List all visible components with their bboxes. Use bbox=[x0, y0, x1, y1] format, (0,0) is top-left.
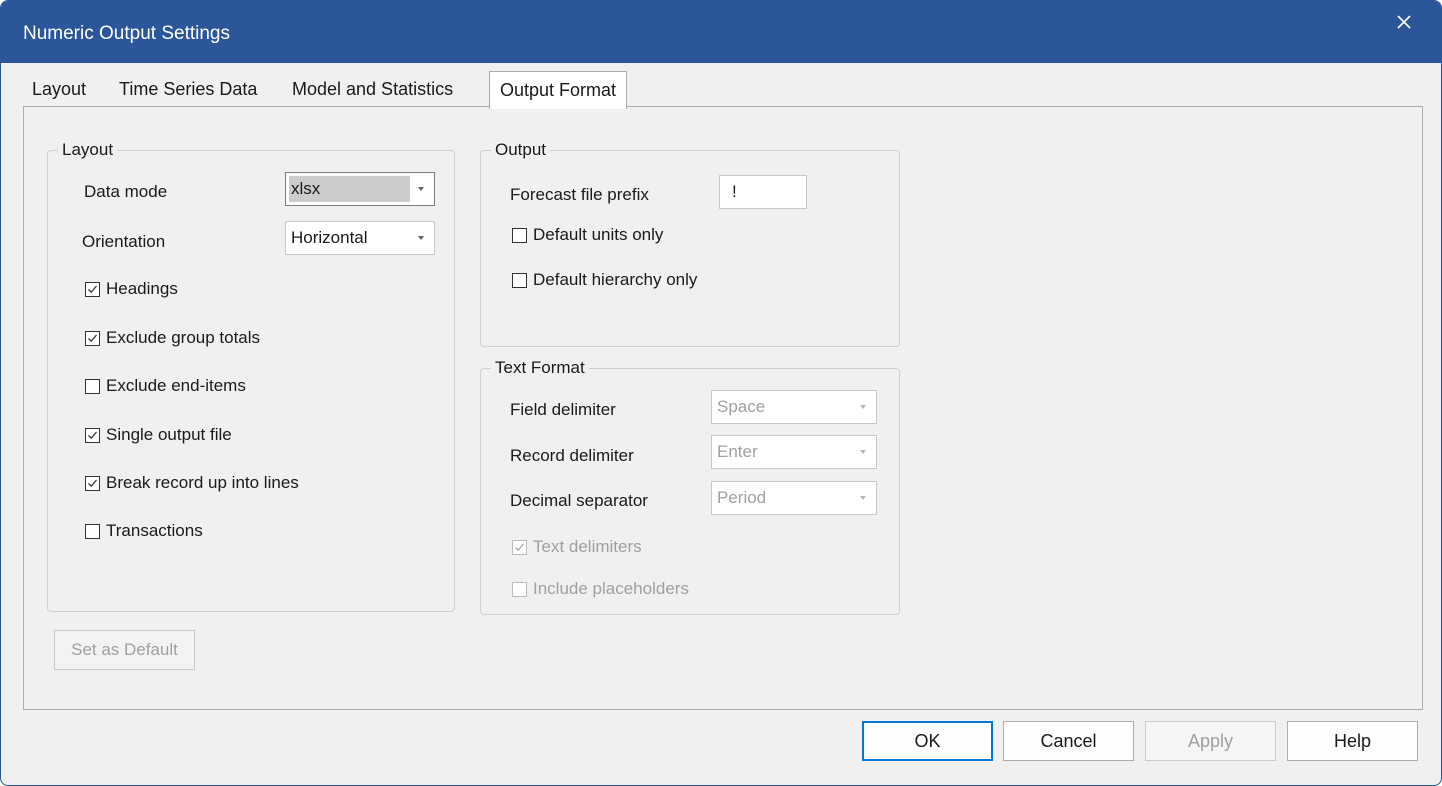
text-delimiters-checkbox[interactable]: Text delimiters bbox=[512, 536, 642, 558]
transactions-checkbox[interactable]: Transactions bbox=[85, 520, 203, 542]
tab-time-series-data[interactable]: Time Series Data bbox=[119, 77, 257, 107]
single-output-file-checkbox[interactable]: Single output file bbox=[85, 424, 232, 446]
output-group: Output Forecast file prefix ! Default un… bbox=[480, 139, 900, 347]
include-placeholders-checkbox[interactable]: Include placeholders bbox=[512, 578, 689, 600]
exclude-group-totals-checkbox[interactable]: Exclude group totals bbox=[85, 327, 260, 349]
title-bar[interactable]: Numeric Output Settings bbox=[1, 1, 1441, 63]
checkmark-icon bbox=[88, 285, 97, 293]
include-placeholders-label: Include placeholders bbox=[533, 579, 689, 598]
break-record-up-into-lines-checkbox[interactable]: Break record up into lines bbox=[85, 472, 299, 494]
checkmark-icon bbox=[515, 543, 524, 551]
checkbox-box bbox=[512, 581, 527, 597]
single-output-file-label: Single output file bbox=[106, 425, 232, 444]
checkbox-box bbox=[85, 330, 100, 346]
checkbox-box bbox=[85, 281, 100, 297]
record-delimiter-label: Record delimiter bbox=[510, 446, 634, 465]
field-delimiter-label: Field delimiter bbox=[510, 400, 616, 419]
chevron-down-icon bbox=[860, 496, 866, 500]
field-delimiter-value: Space bbox=[717, 397, 766, 416]
cancel-button[interactable]: Cancel bbox=[1003, 721, 1134, 761]
window-title: Numeric Output Settings bbox=[23, 23, 230, 44]
set-as-default-button[interactable]: Set as Default bbox=[54, 630, 195, 670]
exclude-group-totals-label: Exclude group totals bbox=[106, 328, 261, 347]
output-group-title: Output bbox=[491, 139, 551, 161]
default-units-only-label: Default units only bbox=[533, 225, 664, 244]
layout-group: Layout Data mode xlsx Orientation Horizo… bbox=[47, 139, 455, 612]
tab-output-format[interactable]: Output Format bbox=[489, 71, 628, 109]
headings-checkbox[interactable]: Headings bbox=[85, 278, 178, 300]
checkbox-box bbox=[85, 378, 100, 394]
chevron-down-icon bbox=[418, 187, 424, 191]
transactions-label: Transactions bbox=[106, 521, 203, 540]
orientation-select[interactable]: Horizontal bbox=[285, 221, 435, 255]
record-delimiter-select[interactable]: Enter bbox=[711, 435, 877, 469]
layout-group-title: Layout bbox=[58, 139, 118, 161]
decimal-separator-label: Decimal separator bbox=[510, 491, 648, 510]
orientation-label: Orientation bbox=[82, 232, 166, 251]
break-record-up-into-lines-label: Break record up into lines bbox=[106, 473, 299, 492]
default-hierarchy-only-checkbox[interactable]: Default hierarchy only bbox=[512, 269, 697, 291]
record-delimiter-value: Enter bbox=[717, 442, 758, 461]
text-format-group: Text Format Field delimiter Space Record… bbox=[480, 357, 900, 615]
ok-button[interactable]: OK bbox=[862, 721, 993, 761]
checkbox-box bbox=[85, 427, 100, 443]
help-button[interactable]: Help bbox=[1287, 721, 1418, 761]
forecast-file-prefix-label: Forecast file prefix bbox=[510, 185, 649, 204]
data-mode-select[interactable]: xlsx bbox=[285, 172, 435, 206]
chevron-down-icon bbox=[418, 236, 424, 240]
forecast-file-prefix-input[interactable]: ! bbox=[719, 175, 807, 209]
checkbox-box bbox=[512, 539, 527, 555]
checkmark-icon bbox=[88, 479, 97, 487]
close-button[interactable] bbox=[1367, 1, 1441, 43]
apply-button[interactable]: Apply bbox=[1145, 721, 1276, 761]
orientation-value: Horizontal bbox=[291, 228, 368, 247]
checkbox-box bbox=[85, 475, 100, 491]
tab-strip: Layout Time Series Data Model and Statis… bbox=[23, 71, 1423, 109]
tab-model-and-statistics[interactable]: Model and Statistics bbox=[292, 77, 453, 107]
checkbox-box bbox=[512, 227, 527, 243]
default-hierarchy-only-label: Default hierarchy only bbox=[533, 270, 698, 289]
default-units-only-checkbox[interactable]: Default units only bbox=[512, 224, 663, 246]
checkmark-icon bbox=[88, 431, 97, 439]
dialog-window: Numeric Output Settings Layout Time Seri… bbox=[0, 0, 1442, 786]
field-delimiter-select[interactable]: Space bbox=[711, 390, 877, 424]
tab-panel-output-format: Layout Data mode xlsx Orientation Horizo… bbox=[23, 106, 1423, 710]
exclude-end-items-label: Exclude end-items bbox=[106, 376, 246, 395]
decimal-separator-value: Period bbox=[717, 488, 767, 507]
data-mode-value: xlsx bbox=[291, 179, 321, 198]
decimal-separator-select[interactable]: Period bbox=[711, 481, 877, 515]
tab-layout[interactable]: Layout bbox=[32, 77, 86, 107]
headings-label: Headings bbox=[106, 279, 178, 298]
checkbox-box bbox=[512, 272, 527, 288]
text-delimiters-label: Text delimiters bbox=[533, 537, 642, 556]
text-format-group-title: Text Format bbox=[491, 357, 589, 379]
chevron-down-icon bbox=[860, 450, 866, 454]
checkbox-box bbox=[85, 523, 100, 539]
checkmark-icon bbox=[88, 334, 97, 342]
exclude-end-items-checkbox[interactable]: Exclude end-items bbox=[85, 375, 246, 397]
data-mode-label: Data mode bbox=[84, 182, 168, 201]
chevron-down-icon bbox=[860, 405, 866, 409]
forecast-file-prefix-value: ! bbox=[732, 182, 737, 201]
close-icon bbox=[1397, 15, 1411, 29]
